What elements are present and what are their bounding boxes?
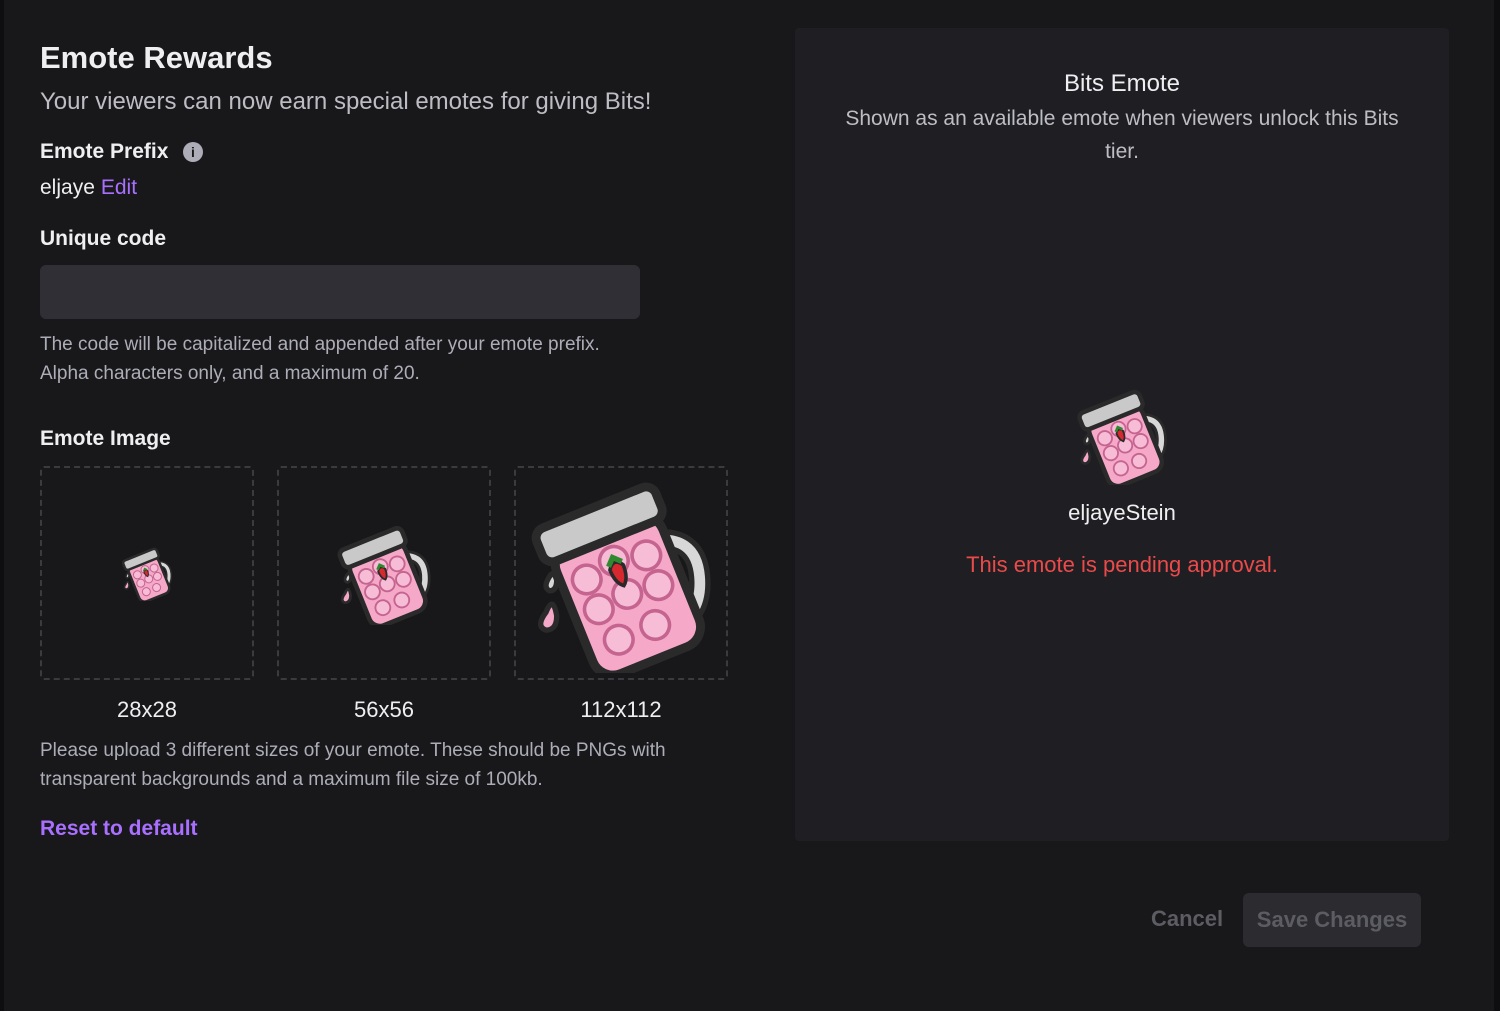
preview-emote-name: eljayeStein [1068,500,1176,525]
preview-description: Shown as an available emote when viewers… [845,107,1399,163]
save-changes-button[interactable]: Save Changes [1243,893,1421,947]
emote-prefix-label: Emote Prefix [40,140,169,163]
upload-slot-112[interactable] [514,466,728,680]
emote-image-112 [521,473,721,673]
edit-prefix-link[interactable]: Edit [101,176,137,199]
emote-rewards-modal: Emote Rewards Your viewers can now earn … [4,0,1494,1011]
size-label-56: 56x56 [354,697,414,722]
emote-image-label: Emote Image [40,427,171,450]
emote-prefix-row: eljaye Edit [40,176,137,200]
page-subtitle: Your viewers can now earn special emotes… [40,88,652,115]
reset-to-default-link[interactable]: Reset to default [40,817,198,841]
upload-slot-56[interactable] [277,466,491,680]
emote-image-56 [332,521,436,625]
unique-code-input[interactable] [40,265,640,319]
size-label-28: 28x28 [117,697,177,722]
pending-approval-status: This emote is pending approval. [966,552,1278,577]
preview-title: Bits Emote [1063,70,1181,97]
emote-prefix-value: eljaye [40,176,95,199]
cancel-button[interactable]: Cancel [1151,906,1223,932]
size-label-112: 112x112 [580,697,662,722]
emote-image-help: Please upload 3 different sizes of your … [40,740,666,790]
preview-emote-image [1072,385,1172,485]
upload-slot-28[interactable] [40,466,254,680]
emote-image-28 [119,545,175,601]
info-icon[interactable]: i [183,142,203,162]
page-title: Emote Rewards [40,40,273,75]
bits-emote-preview-panel: Bits Emote Shown as an available emote w… [795,28,1449,841]
unique-code-label: Unique code [40,227,167,250]
unique-code-help: The code will be capitalized and appende… [40,334,600,384]
